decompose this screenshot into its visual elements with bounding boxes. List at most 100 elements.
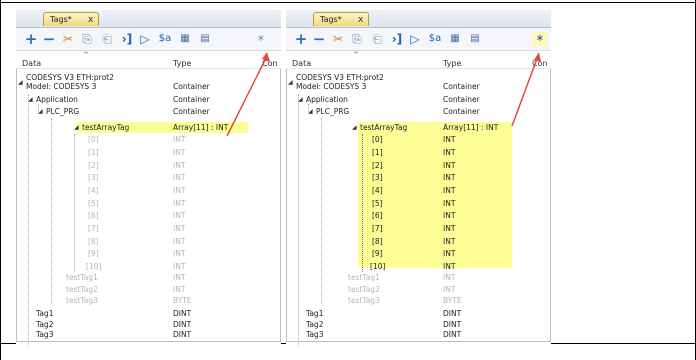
row-type: Container <box>173 82 210 91</box>
row-name: [0] <box>372 135 383 144</box>
tree-row[interactable]: [10] INT <box>16 261 281 272</box>
tree-row[interactable]: [6] INT <box>16 210 281 221</box>
cut-icon[interactable]: ✂ <box>61 32 75 46</box>
tree-row[interactable]: [7] INT <box>16 223 281 234</box>
remove-icon[interactable]: − <box>42 32 56 47</box>
copy-icon[interactable]: ⎘ <box>350 32 364 46</box>
row-type: INT <box>173 135 186 144</box>
tree-row[interactable]: testTag2 INT <box>16 284 281 295</box>
pin-icon[interactable]: ∗ <box>533 32 547 46</box>
run-icon[interactable]: ▷ <box>408 32 422 46</box>
add-icon[interactable]: + <box>24 32 38 47</box>
tree-row[interactable]: testTag1 INT <box>286 272 551 283</box>
grid-icon[interactable]: ▦ <box>448 32 462 46</box>
row-name: [2] <box>88 161 99 170</box>
row-name: PLC_PRG <box>46 107 80 116</box>
sort-icon[interactable]: $a <box>158 32 172 46</box>
row-type: Container <box>173 95 210 104</box>
grid-icon[interactable]: ▦ <box>178 32 192 46</box>
row-name: [3] <box>372 173 383 182</box>
header-data[interactable]: Data <box>292 59 311 68</box>
expand-icon[interactable]: ◢ <box>74 122 79 133</box>
tags-panel-expanded: Tags* x + − ✂ ⎘ ⎗ ›] ▷ $a ▦ ▤ ∗ ^ Data T… <box>286 10 551 346</box>
tree-row[interactable]: [3] INT <box>16 172 281 183</box>
tree-row[interactable]: [1] INT <box>16 147 281 158</box>
tree-row[interactable]: [0] INT <box>286 134 551 145</box>
tree-row[interactable]: testTag2 INT <box>286 284 551 295</box>
row-type: INT <box>443 161 456 170</box>
expand-icon[interactable]: ◢ <box>28 94 33 105</box>
go-to-icon[interactable]: ›] <box>120 32 134 46</box>
map-icon[interactable]: ▤ <box>198 32 212 46</box>
paste-icon[interactable]: ⎗ <box>370 32 384 46</box>
tree-row[interactable]: [1] INT <box>286 147 551 158</box>
row-type: INT <box>443 249 456 258</box>
row-type: INT <box>173 273 186 282</box>
paste-icon[interactable]: ⎗ <box>100 32 114 46</box>
add-icon[interactable]: + <box>294 32 308 47</box>
row-type: INT <box>443 186 456 195</box>
expand-icon[interactable]: ◢ <box>352 122 357 133</box>
expand-icon[interactable]: ◢ <box>38 106 43 117</box>
tree-row[interactable]: [2] INT <box>16 160 281 171</box>
tree-row[interactable]: [9] INT <box>286 248 551 259</box>
annotation-arrow <box>511 52 541 127</box>
tree-row[interactable]: testTag1 INT <box>16 272 281 283</box>
pin-icon[interactable]: ∗ <box>254 32 268 46</box>
tree-row[interactable]: [3] INT <box>286 172 551 183</box>
header-type[interactable]: Type <box>443 59 461 68</box>
tree-row[interactable]: Tag3 DINT <box>286 329 551 340</box>
remove-icon[interactable]: − <box>312 32 326 47</box>
tree-row[interactable]: [5] INT <box>286 198 551 209</box>
row-type: INT <box>443 135 456 144</box>
copy-icon[interactable]: ⎘ <box>80 32 94 46</box>
row-name: [9] <box>88 249 99 258</box>
header-type[interactable]: Type <box>173 59 191 68</box>
row-name: [4] <box>88 186 99 195</box>
row-name: [3] <box>88 173 99 182</box>
row-type: Container <box>173 107 210 116</box>
run-icon[interactable]: ▷ <box>138 32 152 46</box>
cut-icon[interactable]: ✂ <box>331 32 345 46</box>
tree-row[interactable]: [8] INT <box>286 236 551 247</box>
tab-tags[interactable]: Tags* x <box>43 12 99 26</box>
row-type: INT <box>173 285 186 294</box>
tree-row[interactable]: [7] INT <box>286 223 551 234</box>
tree-row[interactable]: [2] INT <box>286 160 551 171</box>
tree-row[interactable]: [4] INT <box>286 185 551 196</box>
row-name: Model: CODESYS 3 <box>296 82 367 91</box>
tree-row[interactable]: [5] INT <box>16 198 281 209</box>
tab-label: Tags* <box>320 15 342 24</box>
tab-close-icon[interactable]: x <box>88 13 93 27</box>
tree-row[interactable]: [8] INT <box>16 236 281 247</box>
row-name: Tag3 <box>306 330 324 339</box>
tab-tags[interactable]: Tags* x <box>313 12 369 26</box>
expand-icon[interactable]: ◢ <box>308 106 313 117</box>
map-icon[interactable]: ▤ <box>468 32 482 46</box>
header-data[interactable]: Data <box>22 59 41 68</box>
toolbar: + − ✂ ⎘ ⎗ ›] ▷ $a ▦ ▤ ∗ <box>16 28 281 51</box>
tree-row[interactable]: Tag1 DINT <box>16 308 281 319</box>
row-type: Array[11] : INT <box>443 123 499 132</box>
expand-icon[interactable]: ◢ <box>298 94 303 105</box>
row-type: DINT <box>173 330 192 339</box>
row-name: testTag1 <box>66 273 98 282</box>
tree-row[interactable]: testTag3 BYTE <box>16 295 281 306</box>
tree-row[interactable]: [4] INT <box>16 185 281 196</box>
row-name: [7] <box>88 224 99 233</box>
tab-close-icon[interactable]: x <box>358 13 363 27</box>
go-to-icon[interactable]: ›] <box>390 32 404 46</box>
row-type: INT <box>173 237 186 246</box>
tree-row[interactable]: Tag3 DINT <box>16 329 281 340</box>
tree-row[interactable]: testTag3 BYTE <box>286 295 551 306</box>
row-type: INT <box>173 249 186 258</box>
row-type: Container <box>443 82 480 91</box>
tree-row[interactable]: [6] INT <box>286 210 551 221</box>
row-type: INT <box>173 148 186 157</box>
row-name: [6] <box>372 211 383 220</box>
tree-row[interactable]: [10] INT <box>286 261 551 272</box>
tree-row[interactable]: Tag1 DINT <box>286 308 551 319</box>
sort-icon[interactable]: $a <box>428 32 442 46</box>
row-name: [8] <box>372 237 383 246</box>
tree-row[interactable]: [9] INT <box>16 248 281 259</box>
